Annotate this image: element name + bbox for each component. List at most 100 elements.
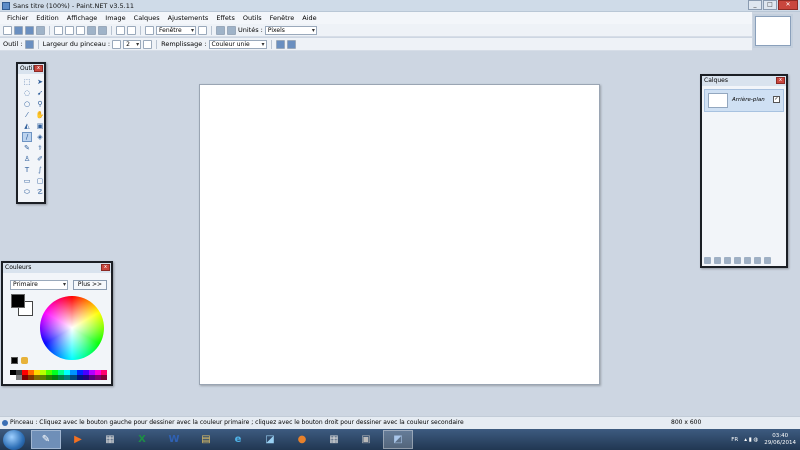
zoom-in-icon[interactable] — [198, 25, 207, 35]
image-thumbnail[interactable] — [753, 14, 793, 48]
drawing-canvas[interactable] — [199, 84, 600, 385]
menu-edition[interactable]: Edition — [32, 14, 63, 22]
app-taskbar-icon[interactable]: ▣ — [351, 430, 381, 449]
deselect-icon[interactable] — [98, 25, 107, 35]
paintnet-taskbar-icon[interactable]: ✎ — [31, 430, 61, 449]
layers-window-header[interactable]: Calques x — [702, 76, 786, 86]
brush-tool-icon[interactable] — [24, 39, 34, 49]
ellipse-select-icon[interactable]: ○ — [22, 99, 32, 109]
recolor-icon[interactable]: ✐ — [35, 154, 45, 164]
firefox-taskbar-icon[interactable]: ● — [287, 430, 317, 449]
close-icon[interactable]: x — [101, 264, 110, 271]
explorer-taskbar-icon[interactable]: ▤ — [191, 430, 221, 449]
menu-fenetre[interactable]: Fenêtre — [266, 14, 299, 22]
zoom-select[interactable]: Fenêtre — [156, 25, 196, 35]
layer-item[interactable]: Arrière-plan ✓ — [704, 89, 784, 112]
paste-icon[interactable] — [76, 25, 85, 35]
magic-wand-icon[interactable]: ⁄ — [22, 110, 32, 120]
freeform-shape-icon[interactable]: ☡ — [35, 187, 45, 197]
app-taskbar-icon[interactable]: ◩ — [383, 430, 413, 449]
tray-icons[interactable]: ▴ ▮ ◍ — [744, 437, 758, 443]
brush-width-decrease-icon[interactable] — [112, 39, 122, 49]
move-selected-icon[interactable]: ➹ — [35, 88, 45, 98]
pencil-icon[interactable]: ✎ — [22, 143, 32, 153]
fill-select[interactable]: Couleur unie — [208, 39, 267, 49]
app-taskbar-icon[interactable]: ◪ — [255, 430, 285, 449]
reset-colors-icon[interactable] — [11, 357, 18, 364]
rounded-rectangle-icon[interactable]: ▢ — [35, 176, 45, 186]
primary-color-swatch[interactable] — [11, 294, 25, 308]
palette-swatch[interactable] — [100, 375, 107, 380]
print-icon[interactable] — [36, 25, 45, 35]
text-icon[interactable]: T — [22, 165, 32, 175]
clone-stamp-icon[interactable]: ♙ — [22, 154, 32, 164]
new-icon[interactable] — [3, 25, 12, 35]
ie-taskbar-icon[interactable]: e — [223, 430, 253, 449]
rectangle-icon[interactable]: ▭ — [22, 176, 32, 186]
crop-icon[interactable] — [87, 25, 96, 35]
add-layer-icon[interactable] — [704, 257, 711, 264]
minimize-button[interactable]: _ — [748, 0, 762, 10]
lasso-icon[interactable]: ◌ — [22, 88, 32, 98]
layer-properties-icon[interactable] — [764, 257, 771, 264]
brush-width-increase-icon[interactable] — [143, 39, 153, 49]
copy-icon[interactable] — [65, 25, 74, 35]
move-layer-down-icon[interactable] — [754, 257, 761, 264]
save-icon[interactable] — [25, 25, 34, 35]
swap-colors-icon[interactable] — [21, 357, 28, 364]
delete-layer-icon[interactable] — [714, 257, 721, 264]
units-select[interactable]: Pixels — [264, 25, 317, 35]
menu-outils[interactable]: Outils — [239, 14, 266, 22]
menu-ajustements[interactable]: Ajustements — [164, 14, 213, 22]
word-taskbar-icon[interactable]: W — [159, 430, 189, 449]
undo-icon[interactable] — [116, 25, 125, 35]
paint-bucket-icon[interactable]: ◭ — [22, 121, 32, 131]
line-curve-icon[interactable]: ∫ — [35, 165, 45, 175]
tools-window-header[interactable]: Outils x — [18, 64, 44, 74]
color-wheel[interactable] — [40, 296, 104, 360]
eraser-icon[interactable]: ◈ — [35, 132, 45, 142]
close-icon[interactable]: x — [776, 77, 785, 84]
app-taskbar-icon[interactable]: ▦ — [95, 430, 125, 449]
start-button[interactable] — [3, 429, 25, 450]
cut-icon[interactable] — [54, 25, 63, 35]
move-selection-icon[interactable]: ➤ — [35, 77, 45, 87]
close-icon[interactable]: x — [34, 65, 43, 72]
excel-taskbar-icon[interactable]: X — [127, 430, 157, 449]
pan-icon[interactable]: ✋ — [35, 110, 45, 120]
color-picker-icon[interactable]: ⚕ — [35, 143, 45, 153]
menu-aide[interactable]: Aide — [298, 14, 320, 22]
close-button[interactable]: ✕ — [778, 0, 798, 10]
grid-icon[interactable] — [216, 25, 225, 35]
paintbrush-icon[interactable]: / — [22, 132, 32, 142]
blend-mode-icon[interactable] — [286, 39, 296, 49]
open-icon[interactable] — [14, 25, 23, 35]
more-colors-button[interactable]: Plus >> — [73, 280, 107, 290]
clock[interactable]: 03:40 29/06/2014 — [764, 433, 796, 447]
antialiasing-icon[interactable] — [275, 39, 285, 49]
menu-fichier[interactable]: Fichier — [3, 14, 32, 22]
duplicate-layer-icon[interactable] — [724, 257, 731, 264]
brush-width-select[interactable]: 2 — [123, 39, 142, 49]
ellipse-icon[interactable]: ⬭ — [22, 187, 32, 197]
merge-layer-icon[interactable] — [734, 257, 741, 264]
rulers-icon[interactable] — [227, 25, 236, 35]
redo-icon[interactable] — [127, 25, 136, 35]
rectangle-select-icon[interactable]: ⬚ — [22, 77, 32, 87]
color-palette[interactable] — [10, 370, 107, 380]
maximize-button[interactable]: □ — [763, 0, 777, 10]
language-indicator[interactable]: FR — [731, 437, 738, 443]
app-taskbar-icon[interactable]: ▦ — [319, 430, 349, 449]
menu-effets[interactable]: Effets — [212, 14, 239, 22]
menu-image[interactable]: Image — [101, 14, 129, 22]
layers-window: Calques x Arrière-plan ✓ — [700, 74, 788, 268]
colors-window-header[interactable]: Couleurs x — [3, 263, 111, 273]
move-layer-up-icon[interactable] — [744, 257, 751, 264]
menu-affichage[interactable]: Affichage — [63, 14, 102, 22]
menu-calques[interactable]: Calques — [130, 14, 164, 22]
color-mode-select[interactable]: Primaire — [10, 280, 68, 290]
layer-visibility-checkbox[interactable]: ✓ — [773, 96, 780, 103]
media-player-taskbar-icon[interactable]: ▶ — [63, 430, 93, 449]
gradient-icon[interactable]: ▣ — [35, 121, 45, 131]
zoom-tool-icon[interactable]: ⚲ — [35, 99, 45, 109]
